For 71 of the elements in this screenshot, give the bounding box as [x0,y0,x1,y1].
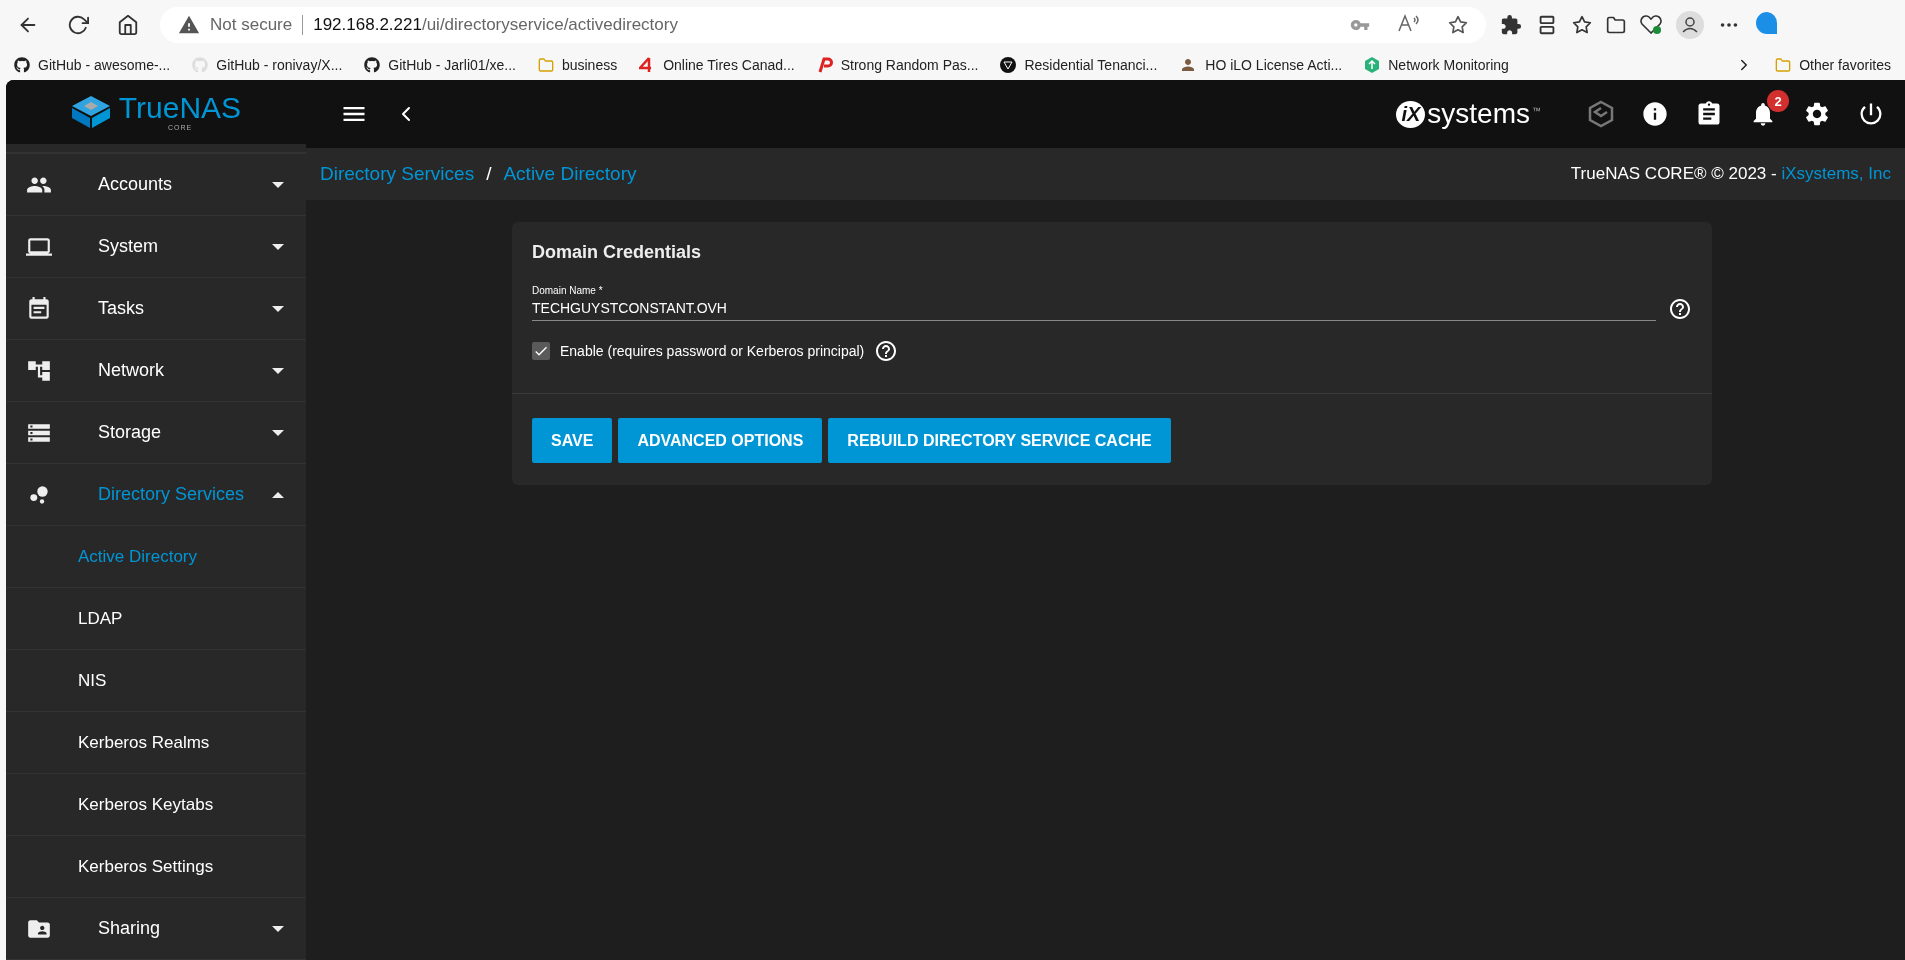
breadcrumb-separator: / [486,163,492,185]
bookmark-link[interactable]: Residential Tenanci... [1000,57,1158,73]
reload-icon [67,14,89,36]
collections-icon[interactable] [1606,15,1626,35]
shield-icon [1000,57,1017,73]
caret-down-icon [272,367,284,374]
health-icon[interactable] [1640,15,1662,35]
hexagon-icon [1364,57,1381,73]
caret-down-icon [272,305,284,312]
bookmark-link[interactable]: business [537,57,618,73]
logo-text: TrueNAS [118,93,242,123]
sidebar-item[interactable]: System [6,216,306,278]
bookmark-link[interactable]: GitHub - awesome-... [14,57,171,73]
breadcrumb-link[interactable]: Active Directory [503,163,637,185]
address-bar[interactable]: Not secure 192.168.2.221/ui/directoryservice/activedirectory [160,7,1486,43]
bookmark-link[interactable]: Strong Random Pas... [816,57,979,73]
enable-checkbox[interactable] [532,342,550,360]
domain-name-input[interactable]: TECHGUYSTCONSTANT.OVH [532,300,1656,321]
extensions-icon[interactable] [1500,14,1522,36]
vendor-link[interactable]: iXsystems, Inc [1781,164,1891,183]
folder-icon [537,57,554,73]
cube-logo-icon [70,95,111,129]
copyright-text: TrueNAS CORE® © 2023 - iXsystems, Inc [1570,164,1891,184]
github-icon [364,57,381,73]
sidebar-subitem[interactable]: Kerberos Keytabs [6,774,306,836]
sidebar-subitem[interactable]: Active Directory [6,526,306,588]
favorites-icon[interactable] [1572,15,1592,35]
bookmark-folder-link[interactable]: Other favorites [1775,57,1891,73]
vendor-logo-text: systems [1427,98,1530,130]
bookmark-link[interactable]: HO iLO License Acti... [1179,56,1343,74]
p-logo-icon [816,57,833,73]
help-icon[interactable] [874,339,899,363]
checkbox-label: Enable (requires password or Kerberos principal) [560,343,865,359]
card-title: Domain Credentials [532,242,703,263]
url-text: 192.168.2.221/ui/directoryservice/activedirectory [313,15,678,35]
sidebar-subitem[interactable]: Kerberos Settings [6,836,306,898]
caret-up-icon [272,491,284,498]
vendor-logo-mark: iX [1396,100,1426,128]
sidebar-subitem[interactable]: LDAP [6,588,306,650]
sidebar-subitem[interactable]: NIS [6,650,306,712]
caret-down-icon [272,181,284,188]
caret-down-icon [272,429,284,436]
field-label: Domain Name * [532,285,604,296]
bookmark-link[interactable]: GitHub - ronivay/X... [192,57,343,73]
github-icon [14,57,30,73]
settings-button[interactable] [1803,100,1831,128]
bookmark-link[interactable]: Network Monitoring [1364,57,1509,73]
home-icon [117,14,139,36]
caret-down-icon [272,925,284,932]
bookmark-link[interactable]: GitHub - Jarli01/xe... [364,57,516,73]
sidebar-item[interactable]: Tasks [6,278,306,340]
sidebar-item[interactable]: Network [6,340,306,402]
sidebar-item[interactable]: Storage [6,402,306,464]
help-icon[interactable] [1668,297,1692,321]
profile-icon[interactable] [1676,11,1704,39]
bookmark-link[interactable]: Online Tires Canad... [639,57,795,73]
sidebar-subitem[interactable]: Kerberos Realms [6,712,306,774]
notification-badge: 2 [1767,90,1789,112]
sidebar-item[interactable]: Sharing [6,898,306,960]
github-icon [192,57,209,73]
security-label: Not secure [210,15,293,35]
calendar-icon [26,295,52,322]
breadcrumb-link[interactable]: Directory Services [320,163,475,185]
sidebar-item[interactable]: Accounts [6,154,306,216]
sidebar-item[interactable]: Directory Services [6,464,306,526]
star-icon[interactable] [1448,15,1468,35]
warning-icon [178,14,200,36]
folder-icon [1775,57,1792,73]
trademark-mark: ™ [1532,106,1541,116]
info-button[interactable] [1641,100,1669,128]
caret-down-icon [272,243,284,250]
